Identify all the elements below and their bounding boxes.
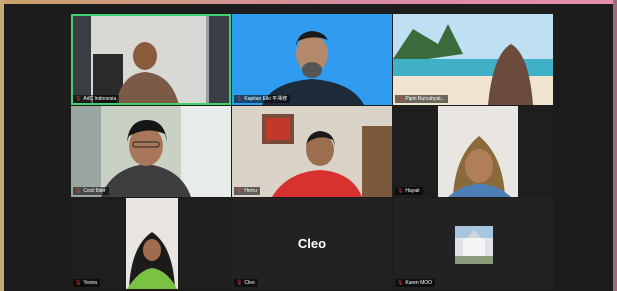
participant-name: Karen MOO bbox=[405, 280, 433, 286]
participant-name: Yesna bbox=[83, 280, 98, 286]
microphone-muted-icon: 🎙 bbox=[75, 96, 82, 102]
video-meeting-gallery: 🎙 AdC Indonesia 🎙 Kapitan Eiki 平澤修 🎙 Pip… bbox=[4, 4, 613, 291]
participant-nameplate: 🎙 Cecil Ilder bbox=[73, 187, 109, 195]
microphone-muted-icon: 🎙 bbox=[75, 280, 82, 286]
microphone-muted-icon: 🎙 bbox=[236, 280, 243, 286]
microphone-muted-icon: 🎙 bbox=[397, 188, 404, 194]
participant-name: AdC Indonesia bbox=[83, 96, 117, 102]
participant-name: Hayati bbox=[405, 188, 420, 194]
participant-tile-yesna[interactable]: 🎙 Yesna bbox=[71, 198, 231, 289]
microphone-muted-icon: 🎙 bbox=[236, 96, 243, 102]
microphone-muted-icon: 🎙 bbox=[75, 188, 82, 194]
participant-video-herru bbox=[232, 106, 392, 197]
participant-tile-adc-indonesia[interactable]: 🎙 AdC Indonesia bbox=[71, 14, 231, 105]
participant-nameplate: 🎙 Hayati bbox=[395, 187, 423, 195]
participant-tile-hayati[interactable]: 🎙 Hayati bbox=[393, 106, 553, 197]
participant-video-adc-indonesia bbox=[71, 14, 231, 105]
participant-tile-kapitan-eiki[interactable]: 🎙 Kapitan Eiki 平澤修 bbox=[232, 14, 392, 105]
participant-name: Cecil Ilder bbox=[83, 188, 106, 194]
participant-tile-karen-moo[interactable]: 🎙 Karen MOO bbox=[393, 198, 553, 289]
participant-name: Kapitan Eiki 平澤修 bbox=[244, 96, 288, 102]
participant-tile-herru[interactable]: 🎙 Herru bbox=[232, 106, 392, 197]
participant-tile-pipin[interactable]: 🎙 Pipin Nurcahyat... bbox=[393, 14, 553, 105]
participant-nameplate: 🎙 Karen MOO bbox=[395, 279, 436, 287]
participant-name: Pipin Nurcahyat... bbox=[405, 96, 445, 102]
participant-nameplate: 🎙 Herru bbox=[234, 187, 260, 195]
participant-nameplate: 🎙 Yesna bbox=[73, 279, 101, 287]
participant-avatar-karen-moo bbox=[393, 198, 553, 289]
microphone-muted-icon: 🎙 bbox=[236, 188, 243, 194]
participant-tile-cecil-ilder[interactable]: 🎙 Cecil Ilder bbox=[71, 106, 231, 197]
microphone-muted-icon: 🎙 bbox=[397, 280, 404, 286]
participant-name: Herru bbox=[244, 188, 257, 194]
participant-nameplate: 🎙 Cleo bbox=[234, 279, 258, 287]
participant-video-cecil-ilder bbox=[71, 106, 231, 197]
participant-name-display: Cleo bbox=[297, 236, 327, 251]
participant-video-pipin bbox=[393, 14, 553, 105]
participant-nameplate: 🎙 Pipin Nurcahyat... bbox=[395, 95, 448, 103]
participant-name: Cleo bbox=[244, 280, 255, 286]
participant-tile-cleo[interactable]: Cleo 🎙 Cleo bbox=[232, 198, 392, 289]
participant-nameplate: 🎙 Kapitan Eiki 平澤修 bbox=[234, 95, 291, 103]
participant-nameplate: 🎙 AdC Indonesia bbox=[73, 95, 120, 103]
microphone-muted-icon: 🎙 bbox=[397, 96, 404, 102]
participant-video-yesna bbox=[71, 198, 231, 289]
participant-video-hayati bbox=[393, 106, 553, 197]
participant-video-kapitan-eiki bbox=[232, 14, 392, 105]
photo-frame-right-border bbox=[613, 0, 617, 291]
